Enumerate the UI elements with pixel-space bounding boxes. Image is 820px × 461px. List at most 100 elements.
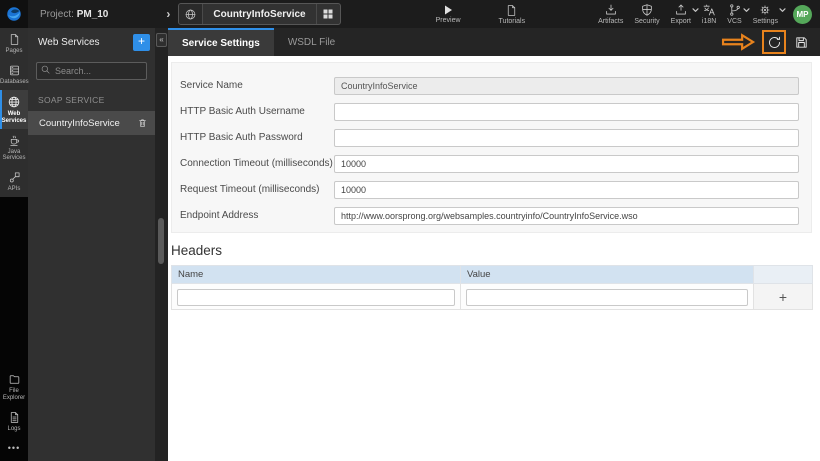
menu-label: Settings [752,18,778,25]
add-header-button[interactable]: + [753,283,813,310]
menu-item-i18n[interactable]: i18N [702,3,716,25]
grid-icon[interactable] [315,4,340,24]
sidebar-item-apis[interactable]: APIs [0,166,28,197]
menu-item-security[interactable]: Security [634,3,660,25]
wavemaker-logo[interactable] [0,0,28,28]
form-row: Service Name [180,72,799,98]
service-chip[interactable]: CountryInfoService [178,3,341,25]
user-avatar[interactable]: MP [793,4,812,24]
http-basic-auth-password-field[interactable] [334,128,799,147]
column-header-name: Name [171,265,461,284]
service-list-item[interactable]: CountryInfoService [28,111,155,135]
request-timeout-field[interactable] [334,180,799,199]
app-window: Project: PM_10 › CountryInfoService Prev… [0,0,820,461]
preview-button[interactable]: Preview [436,4,461,24]
menu-item-artifacts[interactable]: Artifacts [598,3,623,25]
left-icon-rail: Pages Databases Web Services Java Servic… [0,28,29,461]
add-service-button[interactable]: + [133,33,150,51]
globe-icon [179,4,204,24]
form-row: Endpoint Address [180,202,799,228]
service-chip-title: CountryInfoService [213,8,306,20]
page-icon [10,34,18,45]
reload-service-icon[interactable] [767,35,782,50]
form-row: HTTP Basic Auth Username [180,98,799,124]
http-basic-auth-username-field[interactable] [334,102,799,121]
document-icon [508,4,516,16]
rail-label: APIs [7,186,21,193]
rail-label: Web Services [1,110,27,124]
service-name-field [334,76,799,95]
headers-table-row: + [171,283,813,310]
scrollbar-thumb[interactable] [158,218,164,264]
sidebar-item-web-services[interactable]: Web Services [0,89,28,129]
translate-icon [703,4,715,16]
search-icon [40,64,51,75]
brand-bird-icon [7,7,21,21]
search-input[interactable] [36,62,147,80]
chevron-down-icon [692,8,699,13]
topbar-right-menu: Artifacts Security Export i18N VCS Setti… [598,3,820,25]
rail-label: File Explorer [2,388,26,402]
headers-title: Headers [171,243,223,258]
field-label: HTTP Basic Auth Password [180,131,303,143]
endpoint-address-field[interactable] [334,206,799,225]
top-bar: Project: PM_10 › CountryInfoService Prev… [0,0,820,28]
annotation-arrow [720,32,757,52]
trash-icon[interactable] [137,117,148,129]
preview-label: Preview [435,17,461,24]
menu-label: Export [670,18,691,25]
tutorials-label: Tutorials [498,17,526,25]
panel-title: Web Services [38,36,100,48]
chevron-down-icon [779,8,786,13]
web-services-panel: Web Services + SOAP SERVICE CountryInfoS… [28,28,155,461]
service-settings-content: Service Name HTTP Basic Auth Username HT… [168,56,820,461]
tab-service-settings[interactable]: Service Settings [168,28,274,56]
database-icon [9,65,19,76]
connection-timeout-field[interactable] [334,154,799,173]
sidebar-item-logs[interactable]: Logs [0,406,28,437]
folder-icon [9,375,19,384]
project-breadcrumb: Project: PM_10 [40,9,108,20]
tab-bar: Service Settings WSDL File [168,28,820,56]
headers-table-header-row: Name Value [171,265,813,284]
coffee-icon [9,135,19,146]
sidebar-item-file-explorer[interactable]: File Explorer [0,368,28,406]
field-label: Request Timeout (milliseconds) [180,183,320,195]
form-row: Connection Timeout (milliseconds) [180,150,799,176]
panel-collapse-strip: « [155,28,168,461]
project-label: Project: [40,8,74,20]
log-icon [10,412,18,423]
tutorials-button[interactable]: Tutorials [498,4,526,25]
rail-label: Databases [0,78,29,85]
menu-item-settings[interactable]: Settings [752,3,786,25]
collapse-panel-button[interactable]: « [156,33,167,47]
shield-icon [642,4,652,16]
sidebar-item-java-services[interactable]: Java Services [0,129,28,167]
menu-label: Artifacts [598,18,624,25]
headers-section: Headers Name Value + [171,243,820,310]
header-value-input[interactable] [466,288,748,306]
sidebar-item-databases[interactable]: Databases [0,59,29,90]
save-service-icon[interactable] [791,32,811,52]
menu-item-export[interactable]: Export [670,3,699,25]
field-label: Endpoint Address [180,209,259,221]
column-header-actions [753,265,813,284]
rail-label: Logs [7,426,21,433]
service-search [36,61,147,80]
service-name: CountryInfoService [39,117,120,129]
form-row: Request Timeout (milliseconds) [180,176,799,202]
upload-icon [675,4,686,15]
menu-label: VCS [727,18,742,25]
menu-label: i18N [701,18,717,25]
play-icon [445,5,453,15]
form-row: HTTP Basic Auth Password [180,124,799,150]
menu-item-vcs[interactable]: VCS [727,3,750,25]
more-options-icon[interactable]: ••• [0,437,28,459]
globe-icon [8,96,20,108]
headers-table: Name Value + [171,265,813,310]
sidebar-item-pages[interactable]: Pages [0,28,28,59]
service-settings-form: Service Name HTTP Basic Auth Username HT… [171,62,812,233]
tab-wsdl-file[interactable]: WSDL File [274,28,349,56]
header-name-input[interactable] [177,288,455,306]
menu-label: Security [634,18,660,25]
